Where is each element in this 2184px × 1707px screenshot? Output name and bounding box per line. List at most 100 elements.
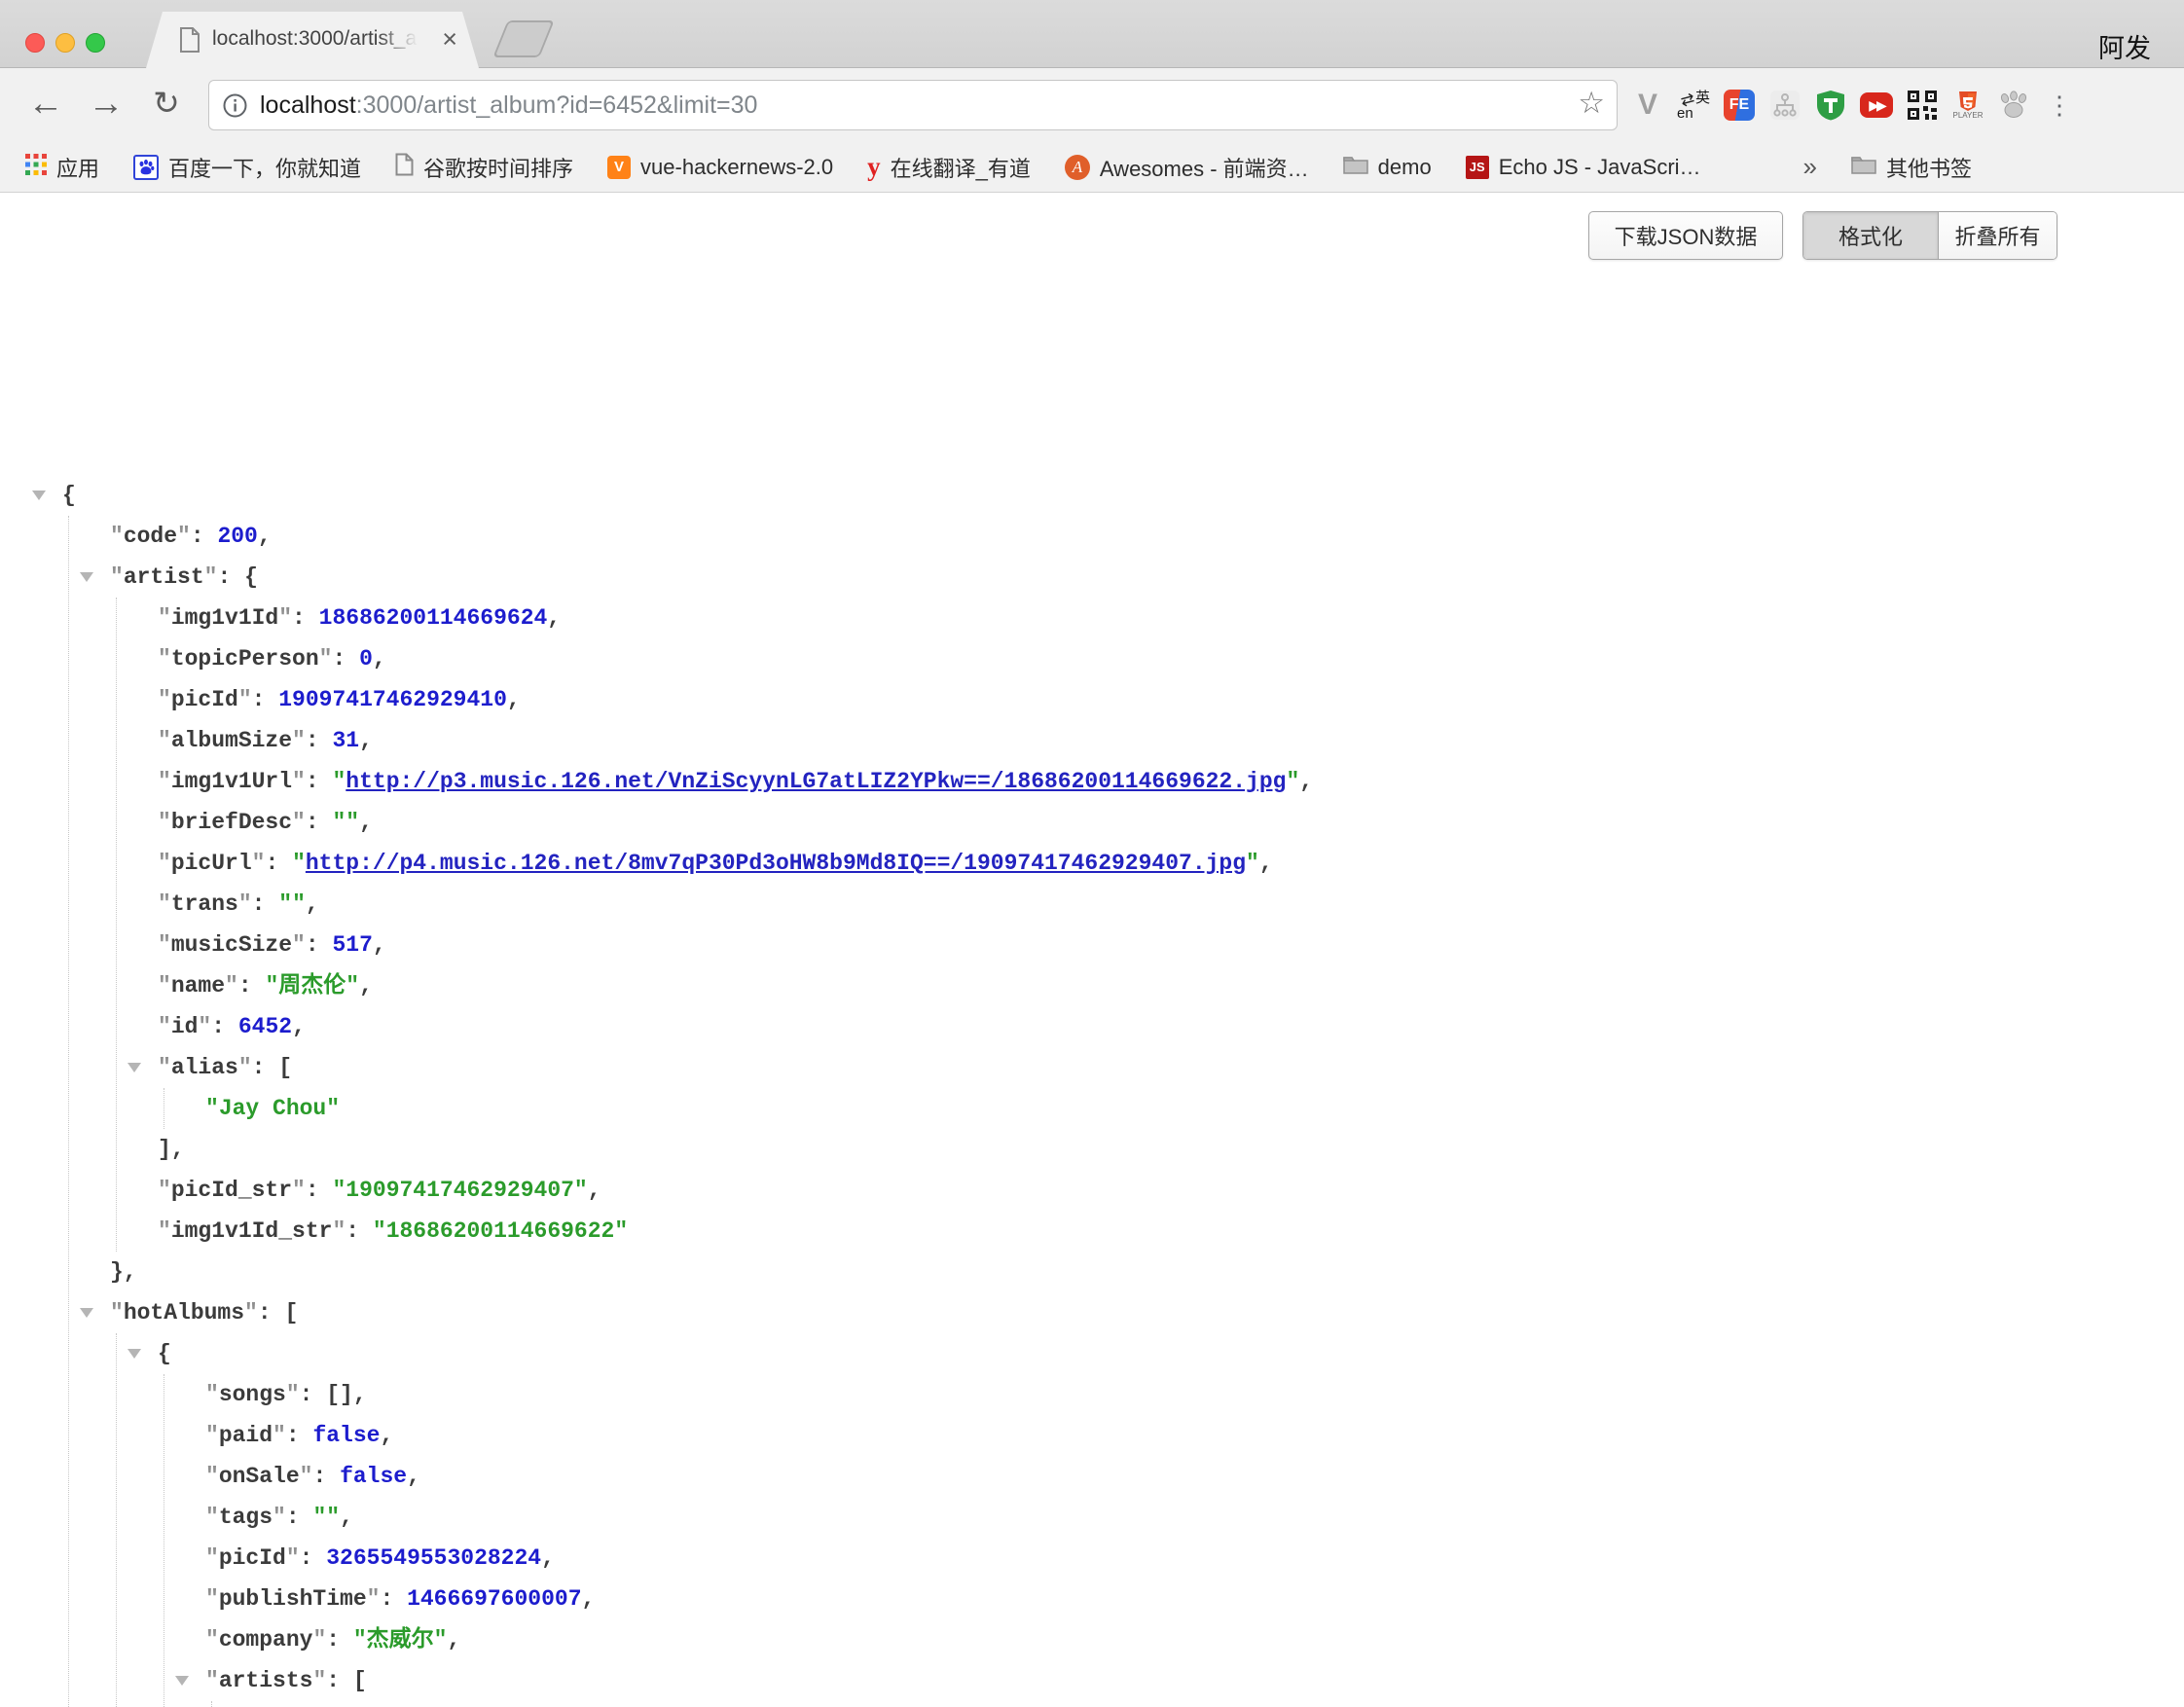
json-key-quote: " [367,1586,381,1612]
json-line: "musicSize": 517, [158,925,1456,965]
menu-dots-icon[interactable]: ⋮ [2043,89,2076,122]
tampermonkey-shield-icon[interactable] [1814,89,1847,122]
json-key: img1v1Id [171,605,278,631]
json-key-quote: " [158,728,171,753]
collapse-triangle-icon[interactable] [127,1063,141,1072]
download-json-button[interactable]: 下载JSON数据 [1588,211,1783,260]
json-key: trans [171,891,238,917]
json-line: "picId": 3265549553028224, [205,1538,1456,1579]
json-url-link[interactable]: http://p3.music.126.net/VnZiScyynLG7atLI… [346,769,1286,794]
json-url-link[interactable]: http://p4.music.126.net/8mv7qP30Pd3oHW8b… [306,851,1246,876]
json-number-value: 200 [217,524,257,549]
chrome-profile-name[interactable]: 阿发 [2098,27,2151,65]
bookmark-demo-folder[interactable]: demo [1343,155,1432,180]
bookmark-echojs[interactable]: JS Echo JS - JavaScri… [1466,155,1701,180]
address-bar[interactable]: localhost:3000/artist_album?id=6452&limi… [208,80,1618,130]
site-info-icon[interactable] [223,93,247,123]
json-key-quote: " [158,851,171,876]
json-key-quote: " [205,1586,219,1612]
reload-icon[interactable]: ↻ [142,76,191,130]
bookmark-awesomes[interactable]: A Awesomes - 前端资… [1065,152,1309,183]
json-key-quote: " [158,769,171,794]
html5-player-icon[interactable]: PLAYER [1951,89,1984,122]
json-key: paid [219,1423,273,1448]
translate-en-zh-icon[interactable]: 英 ⇄ en [1677,89,1710,122]
json-number-value: 18686200114669624 [319,605,548,631]
json-key-quote: " [158,687,171,712]
json-key-quote: " [205,1382,219,1407]
new-tab-button[interactable] [492,20,554,57]
collapse-triangle-icon[interactable] [175,1676,189,1686]
json-key-quote: " [205,1423,219,1448]
json-open-bracket: { [158,1341,171,1366]
json-number-value: 6452 [238,1014,292,1039]
json-key-quote: " [205,1627,219,1653]
collapse-triangle-icon[interactable] [80,1308,93,1318]
format-button[interactable]: 格式化 [1803,212,1938,259]
json-line: "img1v1Url": "http://p3.music.126.net/Vn… [158,761,1456,802]
bookmark-vue-hackernews[interactable]: V vue-hackernews-2.0 [607,155,833,180]
json-key-quote: " [205,1505,219,1530]
window-minimize-button[interactable] [55,33,75,53]
json-line: { [158,1333,1456,1374]
json-key-quote: " [205,1668,219,1693]
json-open-bracket: [ [278,1055,292,1080]
bookmark-baidu[interactable]: 百度一下，你就知道 [133,152,361,183]
json-string-value: " [292,891,306,917]
forward-icon[interactable]: → [82,76,130,130]
json-key-quote: " [292,769,306,794]
collapse-all-button[interactable]: 折叠所有 [1938,212,2057,259]
json-string-value: " [332,769,346,794]
tab-close-icon[interactable]: × [442,24,457,54]
video-speed-icon[interactable]: ▶▶ [1860,89,1893,122]
json-key-quote: " [158,1218,171,1244]
page-icon [395,153,414,182]
bookmark-star-icon[interactable]: ☆ [1578,86,1605,121]
browser-tab[interactable]: localhost:3000/artist_album?id × [146,12,479,68]
json-number-value: 1466697600007 [407,1586,581,1612]
window-close-button[interactable] [25,33,45,53]
json-key-quote: " [278,605,292,631]
back-icon[interactable]: ← [21,76,70,130]
json-string-value: " [346,810,359,835]
json-string-value: " [1246,851,1259,876]
json-line: "alias": [ [158,1047,1456,1088]
other-bookmarks-folder[interactable]: 其他书签 [1851,152,1972,183]
paw-icon[interactable] [1997,89,2030,122]
json-key: musicSize [171,932,292,958]
json-key-quote: " [158,646,171,672]
bookmark-youdao[interactable]: y 在线翻译_有道 [867,152,1031,183]
vimium-v-icon[interactable]: V [1631,89,1664,122]
json-string-value: " [332,1178,346,1203]
json-key-quote: " [110,1300,124,1326]
json-line: "briefDesc": "", [158,802,1456,843]
json-key-quote: " [177,524,191,549]
json-string-value: " [326,1505,340,1530]
bookmark-apps[interactable]: 应用 [25,152,99,183]
collapse-triangle-icon[interactable] [80,572,93,582]
json-key: img1v1Id_str [171,1218,333,1244]
bookmark-google-sort[interactable]: 谷歌按时间排序 [395,152,573,183]
json-string-value: " [1286,769,1299,794]
fe-icon[interactable]: FE [1723,89,1756,122]
json-key-quote: " [158,973,171,999]
collapse-triangle-icon[interactable] [127,1349,141,1359]
json-key: albumSize [171,728,292,753]
url-text[interactable]: localhost:3000/artist_album?id=6452&limi… [260,81,757,129]
json-key-quote: " [158,932,171,958]
qr-code-icon[interactable] [1906,89,1939,122]
collapse-triangle-icon[interactable] [32,490,46,500]
sitemap-icon[interactable] [1768,89,1802,122]
json-key-quote: " [225,973,238,999]
bookmarks-overflow-icon[interactable]: » [1803,152,1817,182]
window-zoom-button[interactable] [86,33,105,53]
json-line: "picUrl": "http://p4.music.126.net/8mv7q… [158,843,1456,884]
json-key-quote: " [238,1055,252,1080]
json-open-bracket: { [62,483,76,508]
json-line: "albumSize": 31, [158,720,1456,761]
json-line: "onSale": false, [205,1456,1456,1497]
json-number-value: false [340,1464,407,1489]
js-icon: JS [1466,156,1489,179]
json-line: "company": "杰威尔", [205,1619,1456,1660]
json-key: picId [171,687,238,712]
